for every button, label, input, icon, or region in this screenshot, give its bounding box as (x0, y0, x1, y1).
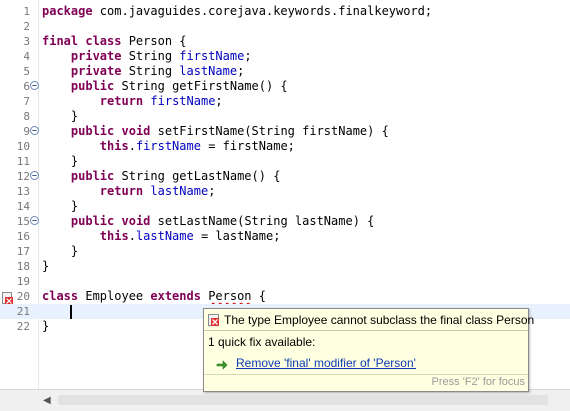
code-text[interactable]: } (42, 319, 49, 334)
code-text[interactable]: package com.javaguides.corejava.keywords… (42, 4, 432, 19)
code-line[interactable]: 10 this.firstName = firstName; (0, 139, 570, 154)
line-number: 17 (16, 245, 30, 258)
code-text[interactable]: } (42, 244, 78, 259)
code-text[interactable]: this.lastName = lastName; (42, 229, 281, 244)
code-line[interactable]: 5 private String lastName; (0, 64, 570, 79)
error-icon (208, 314, 220, 327)
error-message-row: The type Employee cannot subclass the fi… (208, 313, 534, 329)
line-number: 11 (16, 155, 30, 168)
code-text[interactable]: } (42, 109, 78, 124)
code-text[interactable]: public String getFirstName() { (42, 79, 288, 94)
code-line[interactable]: 9 public void setFirstName(String firstN… (0, 124, 570, 139)
line-number: 4 (23, 50, 30, 63)
quick-fix-count: 1 quick fix available: (208, 335, 316, 349)
line-number: 9 (23, 125, 30, 138)
quick-fix-arrow-icon (216, 358, 228, 370)
popup-footer: Press 'F2' for focus (204, 374, 528, 391)
line-number: 18 (16, 260, 30, 273)
line-number: 20 (16, 290, 30, 303)
code-line[interactable]: 1 package com.javaguides.corejava.keyword… (0, 4, 570, 19)
line-number: 5 (23, 65, 30, 78)
code-line[interactable]: 2 (0, 19, 570, 34)
code-line[interactable]: 4 private String firstName; (0, 49, 570, 64)
code-text[interactable]: public String getLastName() { (42, 169, 281, 184)
code-line[interactable]: 6 public String getFirstName() { (0, 79, 570, 94)
code-line[interactable]: 11 } (0, 154, 570, 169)
code-line[interactable]: 16 this.lastName = lastName; (0, 229, 570, 244)
code-line[interactable]: 7 return firstName; (0, 94, 570, 109)
horizontal-scrollbar[interactable]: ◀ (0, 389, 570, 411)
error-message-text: The type Employee cannot subclass the fi… (224, 313, 535, 327)
code-text[interactable]: private String firstName; (42, 49, 252, 64)
code-text[interactable]: final class Person { (42, 34, 187, 49)
line-number: 12 (16, 170, 30, 183)
line-number: 21 (16, 305, 30, 318)
line-number: 13 (16, 185, 30, 198)
line-number: 22 (16, 320, 30, 333)
text-caret (70, 305, 72, 319)
code-text[interactable]: this.firstName = firstName; (42, 139, 295, 154)
code-line[interactable]: 20 class Employee extends Person { (0, 289, 570, 305)
fold-collapse-icon[interactable] (30, 81, 39, 90)
line-number: 7 (23, 95, 30, 108)
code-text[interactable]: } (42, 199, 78, 214)
scrollbar-thumb[interactable] (58, 395, 548, 405)
remove-final-modifier-link[interactable]: Remove 'final' modifier of 'Person' (236, 356, 416, 371)
code-line[interactable]: 19 (0, 274, 570, 289)
fold-collapse-icon[interactable] (30, 126, 39, 135)
code-text[interactable]: } (42, 259, 49, 274)
fold-collapse-icon[interactable] (30, 216, 39, 225)
code-line[interactable]: 17 } (0, 244, 570, 259)
quick-fix-popup[interactable]: The type Employee cannot subclass the fi… (203, 308, 534, 392)
code-line[interactable]: 8 } (0, 109, 570, 124)
code-text[interactable]: private String lastName; (42, 64, 244, 79)
line-number: 1 (23, 5, 30, 18)
line-number: 10 (16, 140, 30, 153)
code-line[interactable]: 3 final class Person { (0, 34, 570, 49)
line-number: 3 (23, 35, 30, 48)
line-number: 2 (23, 20, 30, 33)
code-text[interactable]: public void setFirstName(String firstNam… (42, 124, 389, 139)
code-text[interactable]: } (42, 154, 78, 169)
code-line[interactable]: 12 public String getLastName() { (0, 169, 570, 184)
code-text[interactable]: class Employee extends Person { (42, 289, 266, 304)
code-line[interactable]: 13 return lastName; (0, 184, 570, 199)
code-line[interactable]: 15 public void setLastName(String lastNa… (0, 214, 570, 229)
fold-collapse-icon[interactable] (30, 171, 39, 180)
focus-hint: Press 'F2' for focus (431, 376, 525, 388)
line-number: 16 (16, 230, 30, 243)
line-number: 19 (16, 275, 30, 288)
line-number: 6 (23, 80, 30, 93)
code-text[interactable]: return lastName; (42, 184, 216, 199)
code-line[interactable]: 18} (0, 259, 570, 274)
scroll-left-arrow-icon[interactable]: ◀ (43, 395, 51, 406)
code-line[interactable]: 14 } (0, 199, 570, 214)
code-text[interactable]: return firstName; (42, 94, 223, 109)
popup-divider (204, 330, 528, 331)
line-number: 8 (23, 110, 30, 123)
code-text[interactable]: public void setLastName(String lastName)… (42, 214, 374, 229)
line-number: 15 (16, 215, 30, 228)
line-number: 14 (16, 200, 30, 213)
